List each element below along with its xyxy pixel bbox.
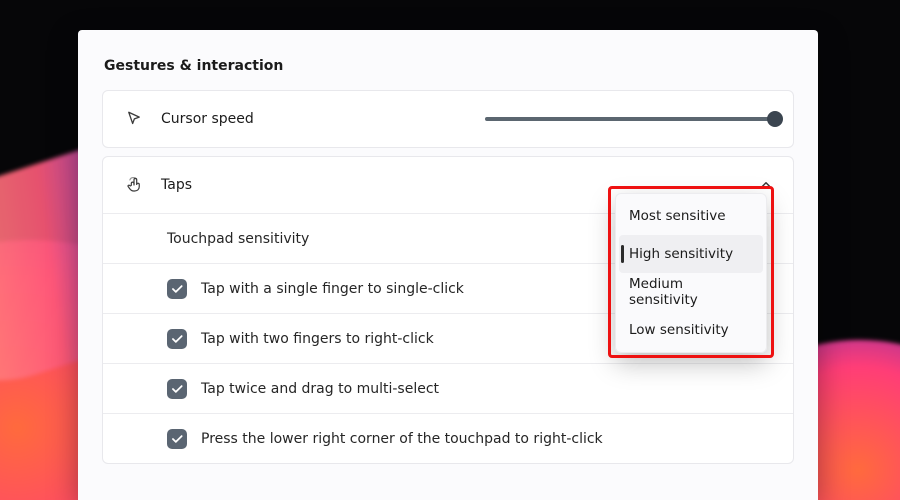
- sensitivity-option[interactable]: High sensitivity: [619, 235, 763, 273]
- sensitivity-option-label: Low sensitivity: [629, 322, 729, 338]
- sensitivity-option-label: High sensitivity: [629, 246, 733, 262]
- slider-thumb[interactable]: [767, 111, 783, 127]
- checkbox-checked-icon[interactable]: [167, 379, 187, 399]
- checkbox-checked-icon[interactable]: [167, 279, 187, 299]
- tap-option-row[interactable]: Press the lower right corner of the touc…: [103, 413, 793, 463]
- sensitivity-dropdown: Most sensitive High sensitivity Medium s…: [615, 193, 767, 353]
- tap-option-label: Tap twice and drag to multi-select: [201, 381, 439, 397]
- checkbox-checked-icon[interactable]: [167, 329, 187, 349]
- tap-option-label: Tap with a single finger to single-click: [201, 281, 464, 297]
- cursor-speed-row: Cursor speed: [103, 91, 793, 147]
- tap-option-label: Press the lower right corner of the touc…: [201, 431, 603, 447]
- cursor-icon: [121, 110, 147, 128]
- section-title: Gestures & interaction: [104, 58, 792, 74]
- touchpad-sensitivity-label: Touchpad sensitivity: [167, 231, 309, 247]
- sensitivity-option[interactable]: Medium sensitivity: [619, 273, 763, 311]
- sensitivity-option[interactable]: Most sensitive: [619, 197, 763, 235]
- cursor-speed-card: Cursor speed: [102, 90, 794, 148]
- sensitivity-option-label: Medium sensitivity: [629, 276, 753, 308]
- cursor-speed-slider[interactable]: [485, 117, 775, 121]
- tap-icon: [121, 176, 147, 194]
- sensitivity-option[interactable]: Low sensitivity: [619, 311, 763, 349]
- taps-label: Taps: [161, 177, 192, 193]
- tap-option-label: Tap with two fingers to right-click: [201, 331, 434, 347]
- cursor-speed-label: Cursor speed: [161, 111, 254, 127]
- checkbox-checked-icon[interactable]: [167, 429, 187, 449]
- sensitivity-option-label: Most sensitive: [629, 208, 726, 224]
- chevron-up-icon: [757, 176, 775, 194]
- tap-option-row[interactable]: Tap twice and drag to multi-select: [103, 363, 793, 413]
